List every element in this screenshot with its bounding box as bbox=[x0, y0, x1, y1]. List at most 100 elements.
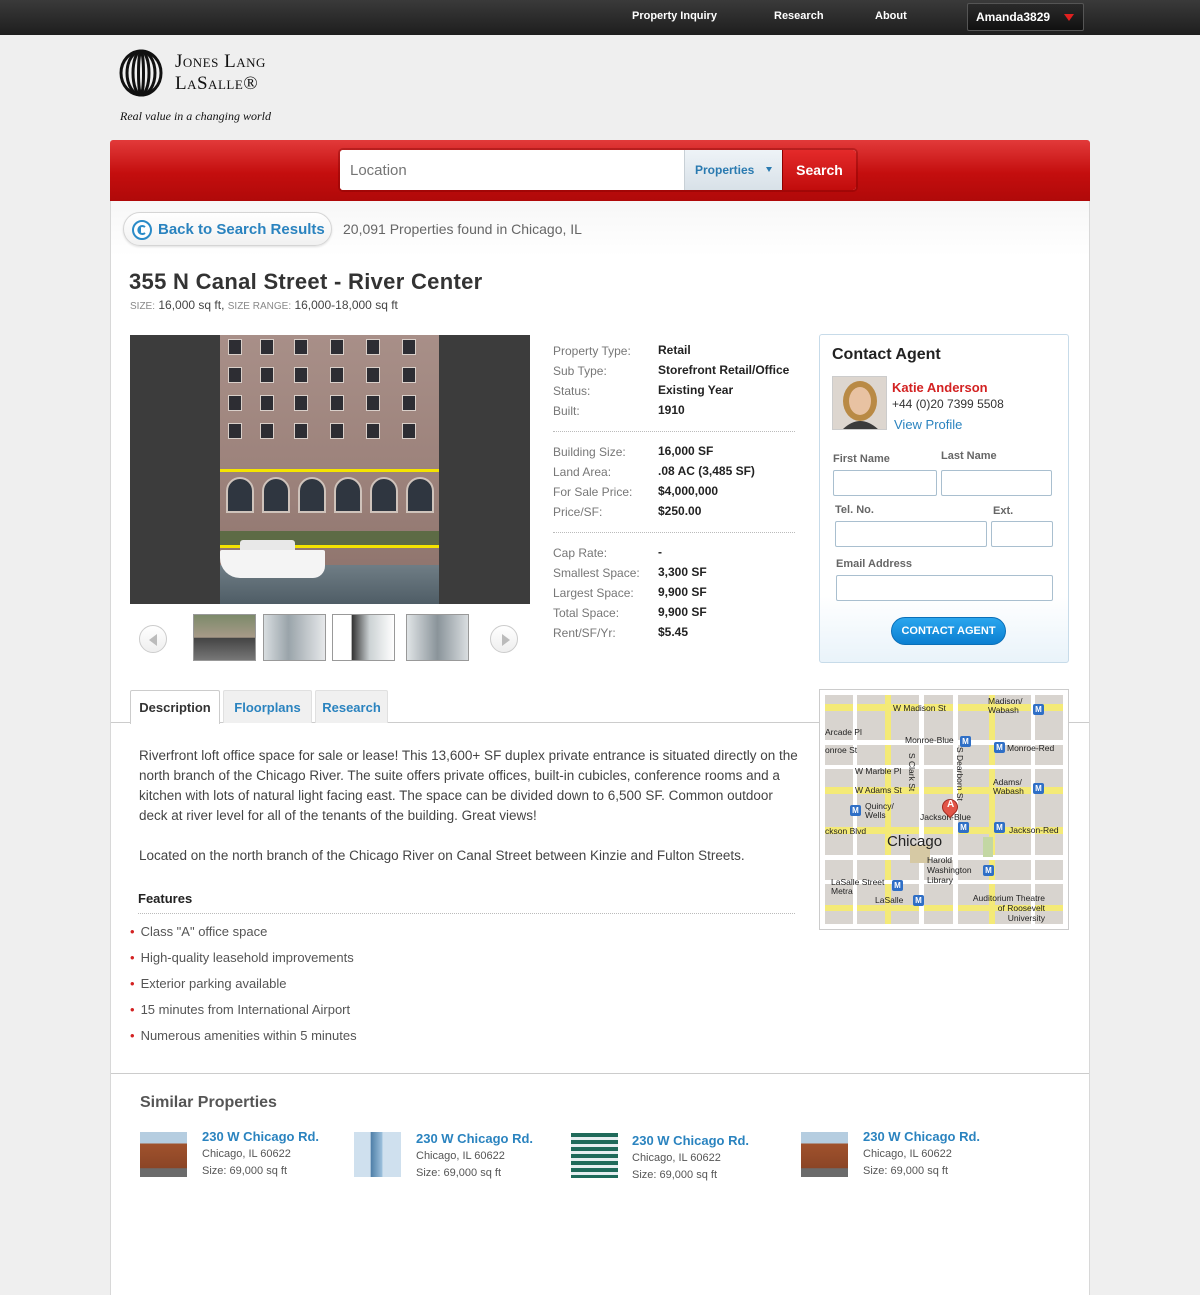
size-label: SIZE: bbox=[130, 301, 156, 312]
gallery-thumbnail[interactable] bbox=[263, 614, 326, 661]
gallery-next-button[interactable] bbox=[490, 625, 518, 653]
search-form: Properties Search bbox=[340, 150, 856, 190]
detail-label: For Sale Price: bbox=[553, 485, 633, 499]
logo-tagline: Real value in a changing world bbox=[120, 109, 271, 123]
search-button[interactable]: Search bbox=[782, 150, 856, 190]
map-label: S Dearborn St bbox=[955, 747, 965, 801]
property-thumbnail[interactable] bbox=[354, 1132, 401, 1177]
detail-row: Smallest Space: 3,300 SF bbox=[553, 565, 795, 585]
similar-property-size: Size: 69,000 sq ft bbox=[632, 1169, 717, 1181]
detail-label: Cap Rate: bbox=[553, 546, 608, 560]
feature-item: • Numerous amenities within 5 minutes bbox=[130, 1028, 357, 1043]
detail-value: $5.45 bbox=[658, 625, 689, 639]
detail-row: Built: 1910 bbox=[553, 403, 795, 423]
gallery-prev-button[interactable] bbox=[139, 625, 167, 653]
similar-properties-heading: Similar Properties bbox=[140, 1094, 277, 1111]
detail-row: For Sale Price: $4,000,000 bbox=[553, 484, 795, 504]
location-map[interactable]: W Madison St Madison/ Wabash Arcade Pl M… bbox=[819, 689, 1069, 930]
detail-value: Existing Year bbox=[658, 383, 734, 397]
nav-property-inquiry[interactable]: Property Inquiry bbox=[632, 0, 717, 35]
bullet-icon: • bbox=[130, 976, 135, 991]
arrow-right-icon bbox=[502, 634, 510, 646]
similar-property-card[interactable]: 230 W Chicago Rd. Chicago, IL 60622 Size… bbox=[354, 1131, 564, 1191]
top-navigation-bar: Property Inquiry Research About Amanda38… bbox=[0, 0, 1200, 35]
agent-avatar bbox=[832, 376, 887, 430]
property-thumbnail[interactable] bbox=[140, 1132, 187, 1177]
map-label: ckson Blvd bbox=[825, 826, 867, 836]
detail-label: Status: bbox=[553, 384, 591, 398]
results-count: 20,091 Properties found in Chicago, IL bbox=[343, 221, 582, 237]
arrow-left-icon bbox=[149, 634, 157, 646]
detail-label: Building Size: bbox=[553, 445, 626, 459]
map-label: Auditorium Theatre of Roosevelt Universi… bbox=[972, 893, 1045, 923]
size-range-value: 16,000-18,000 sq ft bbox=[294, 298, 398, 312]
ext-field[interactable] bbox=[991, 521, 1053, 547]
similar-property-size: Size: 69,000 sq ft bbox=[202, 1165, 287, 1177]
bullet-icon: • bbox=[130, 1028, 135, 1043]
map-label: onroe St bbox=[825, 745, 858, 755]
first-name-field[interactable] bbox=[833, 470, 937, 496]
map-label: Jackson-Red bbox=[1009, 825, 1059, 835]
location-input[interactable] bbox=[340, 150, 684, 190]
nav-about[interactable]: About bbox=[875, 0, 907, 35]
detail-value: 16,000 SF bbox=[658, 444, 714, 458]
similar-property-card[interactable]: 230 W Chicago Rd. Chicago, IL 60622 Size… bbox=[570, 1133, 780, 1193]
gallery-thumbnail[interactable] bbox=[406, 614, 469, 661]
tab-description[interactable]: Description bbox=[130, 690, 220, 724]
detail-row: Rent/SF/Yr: $5.45 bbox=[553, 625, 795, 645]
similar-property-size: Size: 69,000 sq ft bbox=[863, 1165, 948, 1177]
property-type-value: Properties bbox=[695, 163, 755, 177]
metro-icon: M bbox=[850, 805, 861, 816]
back-to-results-button[interactable]: Back to Search Results bbox=[123, 212, 332, 246]
similar-property-title[interactable]: 230 W Chicago Rd. bbox=[416, 1131, 533, 1146]
building-image bbox=[220, 335, 439, 604]
similar-property-title[interactable]: 230 W Chicago Rd. bbox=[863, 1129, 980, 1144]
metro-icon: M bbox=[994, 742, 1005, 753]
bullet-icon: • bbox=[130, 1002, 135, 1017]
similar-property-card[interactable]: 230 W Chicago Rd. Chicago, IL 60622 Size… bbox=[140, 1129, 350, 1189]
detail-label: Price/SF: bbox=[553, 505, 603, 519]
feature-item: • Class "A" office space bbox=[130, 924, 267, 939]
user-menu-button[interactable]: Amanda3829 bbox=[967, 3, 1084, 31]
detail-label: Rent/SF/Yr: bbox=[553, 626, 616, 640]
map-label: LaSalle Street Metra bbox=[831, 877, 885, 896]
tab-research[interactable]: Research bbox=[315, 690, 388, 723]
similar-property-city: Chicago, IL 60622 bbox=[416, 1150, 505, 1162]
gallery-thumbnail[interactable] bbox=[193, 614, 256, 661]
detail-label: Total Space: bbox=[553, 606, 620, 620]
detail-value: - bbox=[658, 545, 662, 559]
email-label: Email Address bbox=[836, 558, 913, 570]
property-thumbnail[interactable] bbox=[571, 1133, 618, 1178]
description-paragraph: Located on the north branch of the Chica… bbox=[139, 848, 745, 863]
property-thumbnail[interactable] bbox=[801, 1132, 848, 1177]
agent-name[interactable]: Katie Anderson bbox=[892, 380, 988, 395]
tab-floorplans[interactable]: Floorplans bbox=[223, 690, 312, 723]
detail-value: $250.00 bbox=[658, 504, 702, 518]
metro-icon: M bbox=[1033, 704, 1044, 715]
features-heading: Features bbox=[138, 891, 193, 906]
property-photo[interactable] bbox=[130, 335, 530, 604]
metro-icon: M bbox=[892, 880, 903, 891]
chevron-down-icon bbox=[766, 167, 772, 172]
tel-field[interactable] bbox=[835, 521, 987, 547]
view-profile-link[interactable]: View Profile bbox=[894, 417, 962, 432]
last-name-field[interactable] bbox=[941, 470, 1052, 496]
similar-property-title[interactable]: 230 W Chicago Rd. bbox=[202, 1129, 319, 1144]
similar-property-card[interactable]: 230 W Chicago Rd. Chicago, IL 60622 Size… bbox=[801, 1129, 1011, 1189]
map-label: Monroe-Blue bbox=[905, 735, 954, 745]
metro-icon: M bbox=[958, 822, 969, 833]
similar-property-city: Chicago, IL 60622 bbox=[863, 1148, 952, 1160]
similar-property-title[interactable]: 230 W Chicago Rd. bbox=[632, 1133, 749, 1148]
detail-row: Price/SF: $250.00 bbox=[553, 504, 795, 524]
size-range-label: SIZE RANGE: bbox=[227, 301, 292, 312]
contact-agent-button[interactable]: CONTACT AGENT bbox=[891, 617, 1006, 645]
property-type-select[interactable]: Properties bbox=[684, 150, 782, 190]
metro-icon: M bbox=[1033, 783, 1044, 794]
detail-label: Land Area: bbox=[553, 465, 612, 479]
nav-research[interactable]: Research bbox=[774, 0, 824, 35]
gallery-thumbnail[interactable] bbox=[332, 614, 395, 661]
email-field[interactable] bbox=[836, 575, 1053, 601]
map-canvas[interactable]: W Madison St Madison/ Wabash Arcade Pl M… bbox=[825, 695, 1063, 924]
logo-wordmark: Jones Lang LaSalle® bbox=[175, 51, 266, 95]
detail-value: .08 AC (3,485 SF) bbox=[658, 464, 755, 478]
